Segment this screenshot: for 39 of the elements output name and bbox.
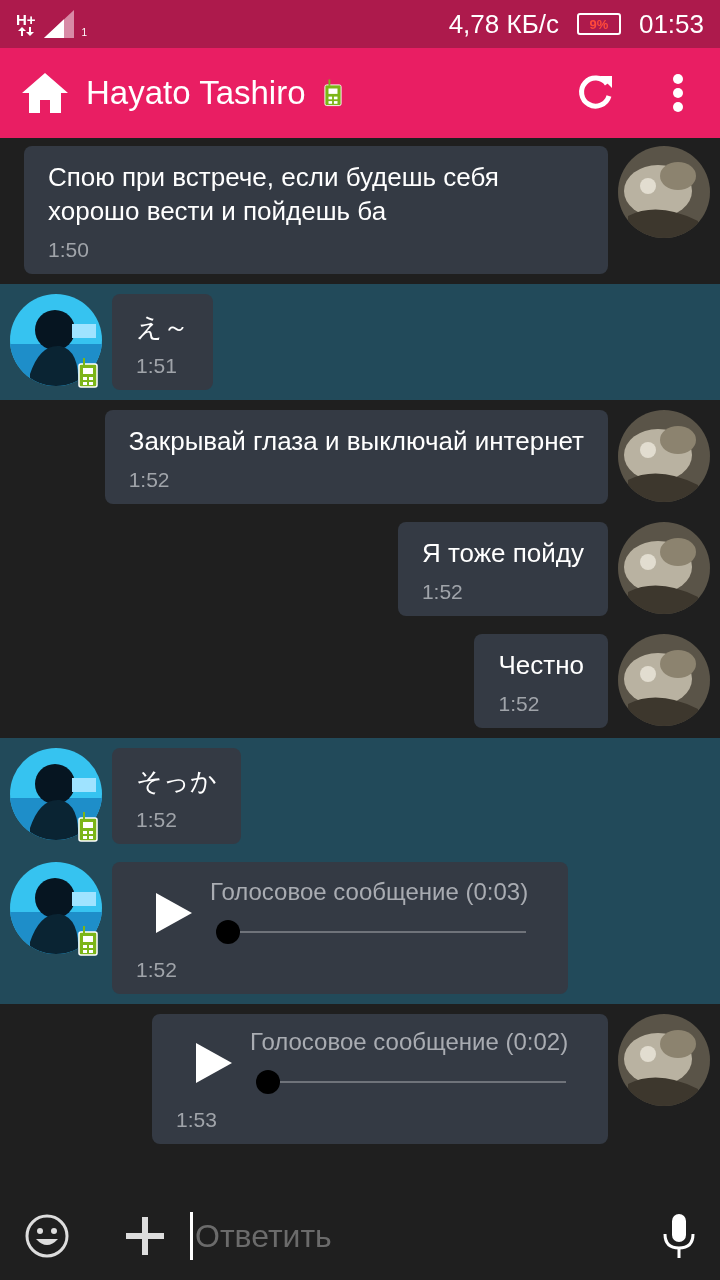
network-type: H+	[16, 12, 36, 27]
message-time: 1:50	[48, 238, 90, 262]
reply-input-field[interactable]: Ответить	[190, 1212, 636, 1260]
message-text: Честно	[498, 649, 584, 682]
phone-icon	[323, 79, 342, 107]
add-icon[interactable]	[126, 1217, 164, 1255]
chat-title: Hayato Tashiro	[86, 74, 306, 112]
home-icon[interactable]	[22, 73, 68, 113]
phone-icon	[78, 926, 98, 956]
voice-message-label: Голосовое сообщение (0:02)	[250, 1028, 570, 1056]
message-text: Я тоже пойду	[421, 537, 584, 570]
message-time: 1:52	[421, 580, 464, 604]
message-time: 1:52	[136, 958, 178, 982]
message-text: Закрывай глаза и выключай интернет	[128, 425, 584, 458]
message-text: Спою при встрече, если будешь себя хорошо вести и пойдешь ба	[48, 161, 500, 228]
signal-icon	[43, 10, 74, 38]
network-speed: 4,78 КБ/с	[448, 8, 559, 40]
more-options-icon[interactable]	[672, 74, 684, 112]
voice-message-label: Голосовое сообщение (0:03)	[210, 878, 530, 906]
audio-progress-thumb[interactable]	[216, 920, 240, 944]
message-time: 1:53	[176, 1108, 218, 1132]
message-time: 1:52	[128, 468, 171, 492]
microphone-icon[interactable]	[662, 1214, 696, 1258]
message-time: 1:52	[136, 808, 178, 832]
phone-icon	[78, 358, 98, 388]
battery-indicator: 9%	[576, 13, 621, 35]
audio-progress-thumb[interactable]	[256, 1070, 280, 1094]
message-text: そっか	[136, 765, 217, 798]
clock: 01:53	[638, 8, 704, 40]
refresh-icon[interactable]	[576, 74, 614, 112]
sim-number: 1	[81, 27, 88, 38]
message-time: 1:52	[498, 692, 541, 716]
phone-icon	[78, 812, 98, 842]
emoji-icon[interactable]	[24, 1213, 70, 1259]
data-arrows-icon	[16, 27, 35, 36]
message-text: え～	[136, 311, 189, 344]
message-time: 1:51	[136, 354, 178, 378]
play-icon[interactable]	[156, 893, 192, 933]
play-icon[interactable]	[196, 1043, 232, 1083]
